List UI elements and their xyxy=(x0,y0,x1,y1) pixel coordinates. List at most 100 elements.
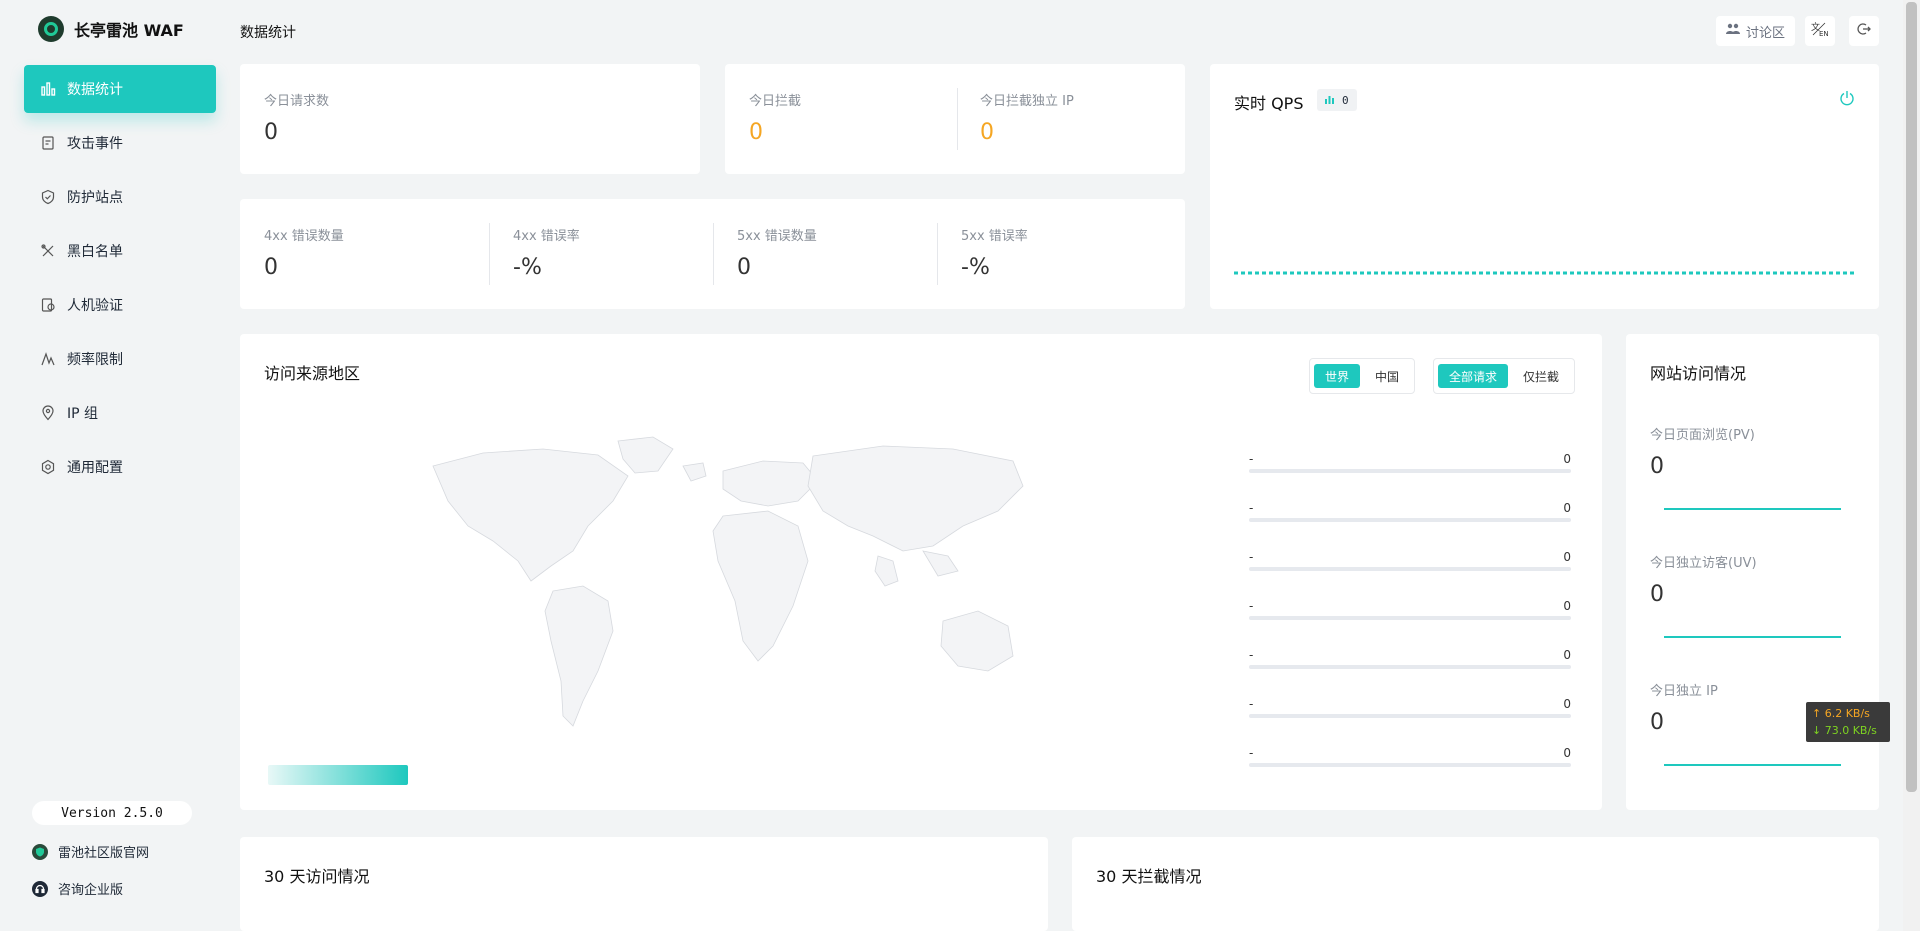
scope-toggle: 世界 中国 xyxy=(1309,358,1416,394)
official-site-link[interactable]: 雷池社区版官网 xyxy=(32,842,149,861)
sidebar: 长亭雷池 WAF 数据统计 攻击事件 防护站点 黑白名单 人机验证 频率限制 I… xyxy=(0,0,232,931)
shield-icon xyxy=(39,188,57,206)
today-requests-value: 0 xyxy=(264,120,278,145)
divider xyxy=(489,223,490,285)
page-title: 数据统计 xyxy=(240,25,296,41)
ranking-value: 0 xyxy=(1563,550,1571,564)
captcha-icon xyxy=(39,296,57,314)
sidebar-item-dashboard[interactable]: 数据统计 xyxy=(24,65,216,113)
ip-sparkline xyxy=(1664,764,1841,766)
forum-label: 讨论区 xyxy=(1745,25,1785,41)
ranking-name: - xyxy=(1249,550,1254,564)
sidebar-item-attack-events[interactable]: 攻击事件 xyxy=(24,119,216,167)
ranking-bar xyxy=(1249,714,1571,718)
today-requests-card: 今日请求数 0 xyxy=(240,64,700,174)
sidebar-item-captcha[interactable]: 人机验证 xyxy=(24,281,216,329)
pv-value: 0 xyxy=(1650,454,1664,479)
ranking-name: - xyxy=(1249,697,1254,711)
location-pin-icon xyxy=(39,404,57,422)
error-4xx-count-value: 0 xyxy=(264,255,278,280)
ranking-name: - xyxy=(1249,501,1254,515)
ranking-row: - 0 xyxy=(1249,452,1571,482)
ip-label: 今日独立 IP xyxy=(1650,684,1718,699)
uv-sparkline xyxy=(1664,636,1841,638)
ranking-bar xyxy=(1249,665,1571,669)
divider xyxy=(937,223,938,285)
error-4xx-count-label: 4xx 错误数量 xyxy=(264,229,344,244)
error-4xx-rate-label: 4xx 错误率 xyxy=(513,229,580,244)
page-scrollbar[interactable] xyxy=(1903,0,1920,931)
shield-logo-icon xyxy=(32,843,48,860)
visits-30d-card: 30 天访问情况 xyxy=(240,837,1048,931)
upload-speed: ↑ 6.2 KB/s xyxy=(1812,707,1870,720)
sidebar-item-ip-group[interactable]: IP 组 xyxy=(24,389,216,437)
sidebar-item-label: 数据统计 xyxy=(67,82,123,98)
scope-option-world[interactable]: 世界 xyxy=(1314,364,1361,388)
pv-label: 今日页面浏览(PV) xyxy=(1650,428,1755,443)
ranking-value: 0 xyxy=(1563,697,1571,711)
error-5xx-rate-value: -% xyxy=(961,255,990,280)
visits-30d-title: 30 天访问情况 xyxy=(264,867,370,886)
sidebar-item-settings[interactable]: 通用配置 xyxy=(24,443,216,491)
logout-button[interactable] xyxy=(1849,16,1879,46)
ranking-row: - 0 xyxy=(1249,550,1571,580)
filter-option-blocked[interactable]: 仅拦截 xyxy=(1512,364,1570,388)
qps-badge: 0 xyxy=(1317,89,1357,111)
today-blocked-value: 0 xyxy=(749,120,763,145)
today-requests-label: 今日请求数 xyxy=(264,94,330,109)
blocks-30d-title: 30 天拦截情况 xyxy=(1096,867,1202,886)
forum-button[interactable]: 讨论区 xyxy=(1716,16,1795,46)
ranking-row: - 0 xyxy=(1249,697,1571,727)
error-4xx-rate-value: -% xyxy=(513,255,542,280)
sidebar-item-label: 黑白名单 xyxy=(67,244,123,260)
ranking-value: 0 xyxy=(1563,452,1571,466)
sidebar-item-label: 通用配置 xyxy=(67,460,123,476)
ranking-bar xyxy=(1249,616,1571,620)
power-icon[interactable] xyxy=(1839,90,1855,110)
enterprise-consult-link[interactable]: 咨询企业版 xyxy=(32,879,123,898)
filter-toggle: 全部请求 仅拦截 xyxy=(1433,358,1576,394)
sidebar-nav: 数据统计 攻击事件 防护站点 黑白名单 人机验证 频率限制 IP 组 通用配置 xyxy=(24,65,216,497)
filter-option-all[interactable]: 全部请求 xyxy=(1438,364,1509,388)
enterprise-consult-label: 咨询企业版 xyxy=(58,883,124,898)
network-speed-overlay: ↑ 6.2 KB/s ↓ 73.0 KB/s xyxy=(1806,702,1890,742)
ranking-value: 0 xyxy=(1563,599,1571,613)
qps-title: 实时 QPS xyxy=(1234,94,1304,113)
brand-logo-icon xyxy=(38,16,64,42)
sidebar-item-label: 频率限制 xyxy=(67,352,123,368)
ranking-bar xyxy=(1249,763,1571,767)
language-switch-button[interactable]: 文 EN xyxy=(1805,16,1835,46)
blocks-30d-card: 30 天拦截情况 xyxy=(1072,837,1879,931)
divider xyxy=(713,223,714,285)
official-site-label: 雷池社区版官网 xyxy=(58,846,150,861)
site-visits-title: 网站访问情况 xyxy=(1650,364,1747,383)
ranking-row: - 0 xyxy=(1249,501,1571,531)
ip-value: 0 xyxy=(1650,710,1664,735)
version-badge: Version 2.5.0 xyxy=(32,801,192,825)
sidebar-item-label: 攻击事件 xyxy=(67,136,123,152)
today-blocked-label: 今日拦截 xyxy=(749,94,802,109)
scrollbar-thumb[interactable] xyxy=(1906,2,1917,792)
errors-card: 4xx 错误数量 0 4xx 错误率 -% 5xx 错误数量 0 5xx 错误率… xyxy=(240,199,1185,309)
sidebar-item-rate-limit[interactable]: 频率限制 xyxy=(24,335,216,383)
geo-title: 访问来源地区 xyxy=(264,364,361,383)
scope-option-china[interactable]: 中国 xyxy=(1364,364,1410,388)
ranking-bar xyxy=(1249,567,1571,571)
ranking-name: - xyxy=(1249,599,1254,613)
today-blocked-ip-label: 今日拦截独立 IP xyxy=(980,94,1074,109)
uv-label: 今日独立访客(UV) xyxy=(1650,556,1757,571)
ranking-name: - xyxy=(1249,452,1254,466)
ranking-bar xyxy=(1249,469,1571,473)
world-map[interactable] xyxy=(423,431,1043,751)
sidebar-item-allow-deny-list[interactable]: 黑白名单 xyxy=(24,227,216,275)
sidebar-item-protected-sites[interactable]: 防护站点 xyxy=(24,173,216,221)
qps-line xyxy=(1234,271,1854,275)
brand[interactable]: 长亭雷池 WAF xyxy=(38,16,184,42)
download-speed: ↓ 73.0 KB/s xyxy=(1812,724,1877,737)
sidebar-item-label: IP 组 xyxy=(67,406,99,422)
bar-chart-icon xyxy=(39,80,57,98)
error-5xx-count-value: 0 xyxy=(737,255,751,280)
error-5xx-count-label: 5xx 错误数量 xyxy=(737,229,817,244)
ranking-row: - 0 xyxy=(1249,599,1571,629)
pulse-icon xyxy=(39,350,57,368)
